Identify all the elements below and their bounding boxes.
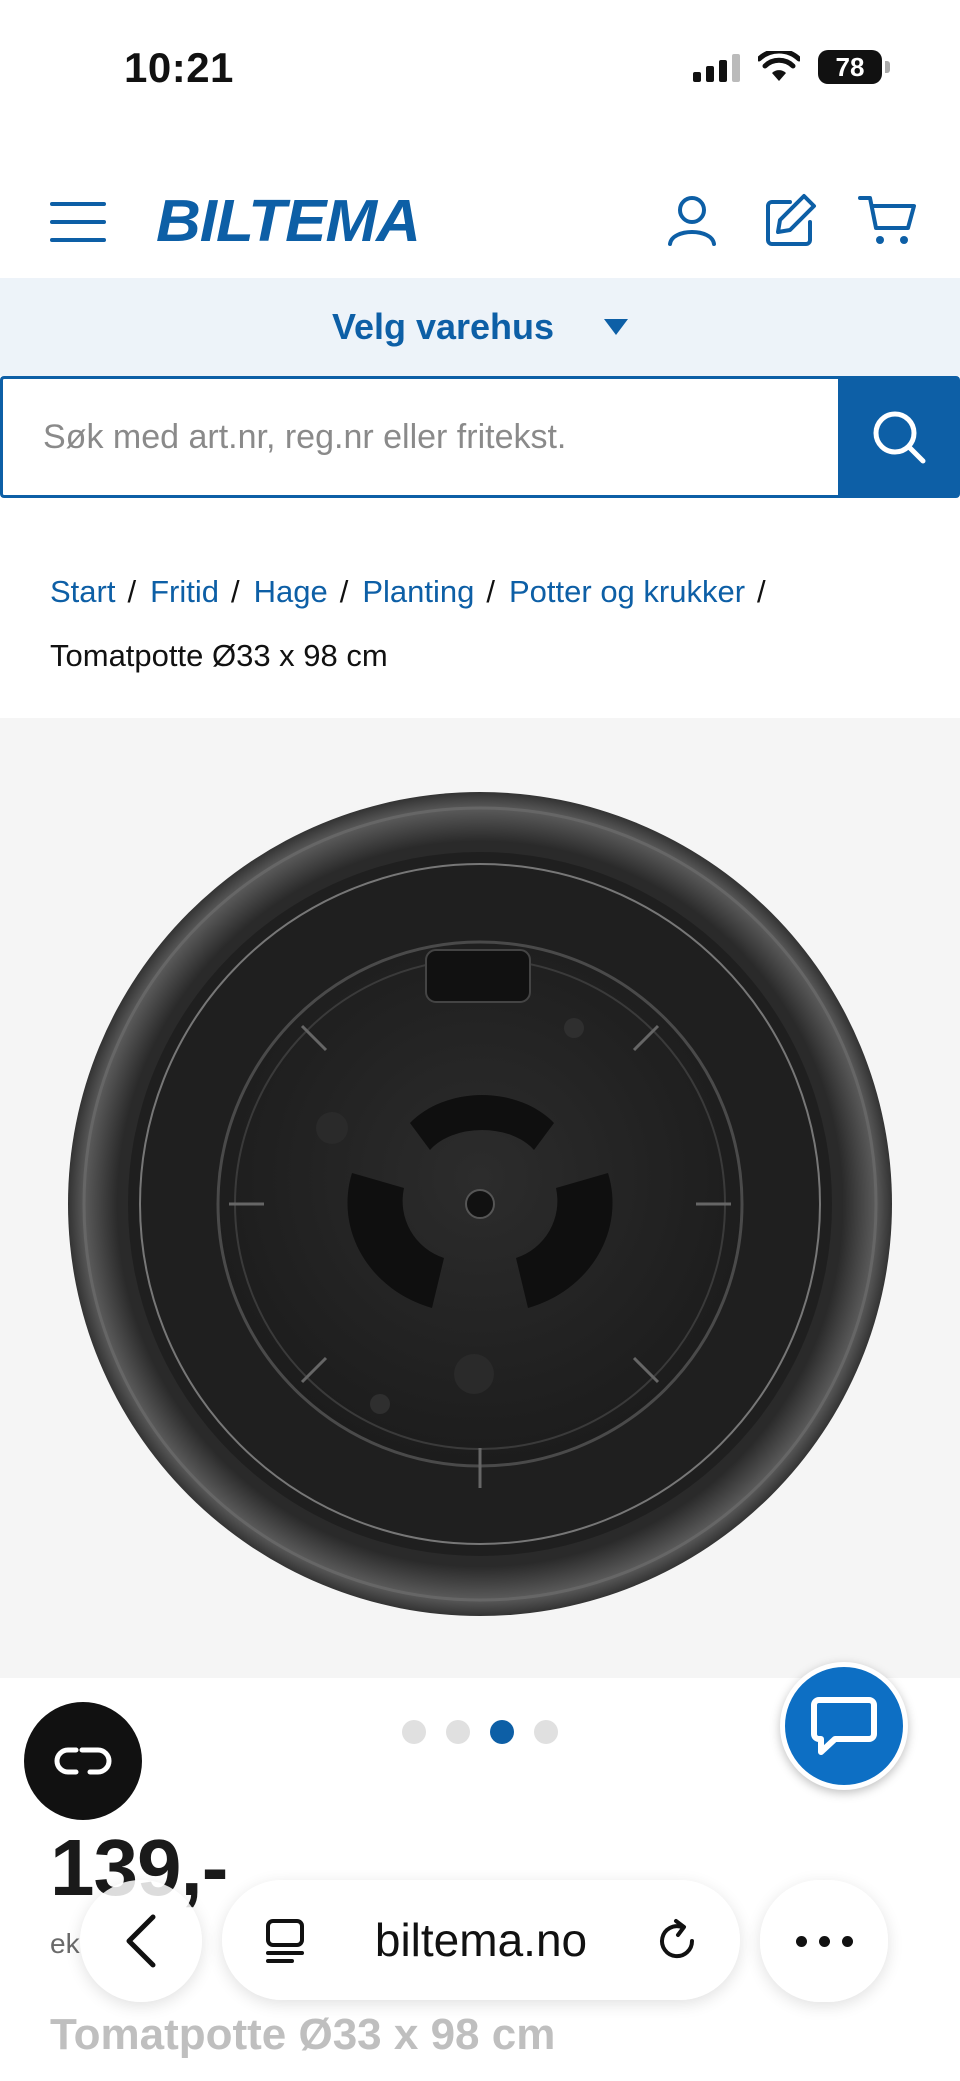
breadcrumb-separator: / <box>486 574 495 609</box>
breadcrumb-separator: / <box>230 574 240 609</box>
chat-icon <box>811 1697 877 1755</box>
reload-icon[interactable] <box>654 1917 700 1963</box>
chat-button[interactable] <box>780 1662 908 1790</box>
carousel-dot[interactable] <box>446 1720 470 1744</box>
search-icon <box>873 411 926 464</box>
status-icons: 78 <box>693 50 890 84</box>
user-icon[interactable] <box>662 190 722 250</box>
back-button[interactable] <box>80 1880 202 2002</box>
chevron-left-icon <box>126 1914 156 1968</box>
search-button[interactable] <box>838 376 960 498</box>
more-button[interactable] <box>760 1880 888 2002</box>
breadcrumb-separator: / <box>127 574 137 609</box>
breadcrumb-separator: / <box>757 574 766 609</box>
carousel-dot[interactable] <box>534 1720 558 1744</box>
tabs-icon <box>266 1919 304 1963</box>
breadcrumb: Start / Fritid / Hage / Planting / Potter og kru… <box>50 560 930 688</box>
url-text: biltema.no <box>374 1914 588 1966</box>
store-selector-label: Velg varehus <box>331 306 555 347</box>
caret-down-icon <box>604 319 629 335</box>
biltema-logo[interactable]: BILTEMA <box>156 188 421 255</box>
carousel-dot[interactable] <box>402 1720 426 1744</box>
product-title: Tomatpotte Ø33 x 98 cm <box>50 2010 556 2059</box>
cart-icon[interactable] <box>858 190 918 250</box>
breadcrumb-link-potter-og-krukker[interactable]: Potter og krukker <box>509 574 745 609</box>
battery-icon: 78 <box>818 50 890 84</box>
search-bar <box>0 376 960 498</box>
edit-icon[interactable] <box>760 190 820 250</box>
store-selector[interactable]: Velg varehus <box>0 278 960 376</box>
status-time: 10:21 <box>124 44 234 91</box>
browser-toolbar: biltema.no <box>0 1880 960 2002</box>
cellular-signal-icon <box>693 52 740 82</box>
product-image <box>68 792 892 1616</box>
wifi-icon <box>758 51 800 81</box>
breadcrumb-link-fritid[interactable]: Fritid <box>150 574 219 609</box>
menu-icon[interactable] <box>50 202 106 242</box>
breadcrumb-separator: / <box>339 574 349 609</box>
product-image-gallery[interactable] <box>0 718 960 1678</box>
site-header: BILTEMA <box>0 160 960 280</box>
search-input[interactable] <box>0 376 838 498</box>
breadcrumb-link-planting[interactable]: Planting <box>362 574 474 609</box>
carousel-dot-active[interactable] <box>490 1720 514 1744</box>
address-bar[interactable]: biltema.no <box>222 1880 740 2000</box>
breadcrumb-link-hage[interactable]: Hage <box>254 574 328 609</box>
breadcrumb-link-start[interactable]: Start <box>50 574 115 609</box>
status-bar: 10:21 78 <box>0 0 960 140</box>
loop-icon <box>54 1747 112 1775</box>
loop-button[interactable] <box>24 1702 142 1820</box>
breadcrumb-current: Tomatpotte Ø33 x 98 cm <box>50 638 388 673</box>
